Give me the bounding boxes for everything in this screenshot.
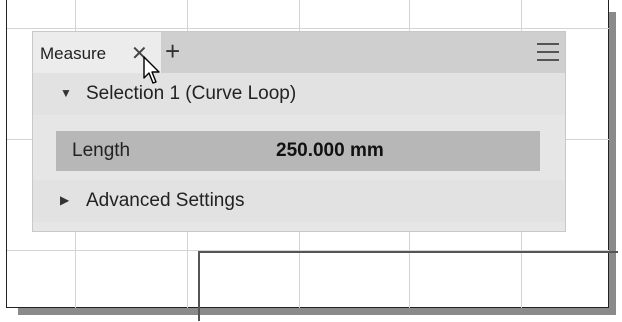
tab-label: Measure [40, 44, 107, 63]
hamburger-menu-icon[interactable] [537, 43, 559, 61]
advanced-settings-title: Advanced Settings [86, 190, 245, 211]
advanced-settings-header[interactable]: ▶ Advanced Settings [33, 180, 565, 222]
expanded-triangle-icon: ▼ [60, 86, 72, 100]
mouse-cursor-icon [143, 56, 160, 84]
result-value: 250.000 mm [276, 140, 384, 161]
result-label: Length [72, 140, 131, 161]
panel-header: Measure ✕ + [33, 32, 565, 73]
selection-section-title: Selection 1 (Curve Loop) [86, 83, 297, 104]
measure-result-row: Length 250.000 mm [56, 131, 540, 171]
sketch-rectangle[interactable] [198, 251, 618, 321]
measure-panel: Measure ✕ + ▼ Selection 1 (Curve Loop) L… [32, 31, 566, 232]
plus-icon[interactable]: + [165, 38, 180, 64]
selection-section-header[interactable]: ▼ Selection 1 (Curve Loop) [33, 73, 565, 115]
collapsed-triangle-icon: ▶ [60, 193, 70, 207]
tab-measure[interactable]: Measure ✕ [33, 32, 161, 73]
grid-line [7, 28, 610, 29]
